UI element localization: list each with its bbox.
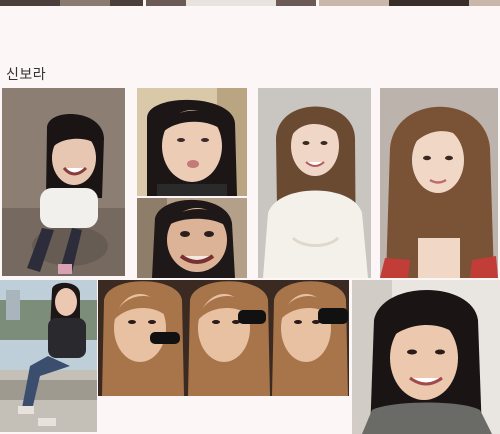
photo-sitting-outdoors[interactable]: [0, 280, 97, 432]
photo-puffed-cheeks-selfie[interactable]: [137, 88, 247, 196]
photo-studio-portrait-long-hair[interactable]: [380, 88, 498, 278]
photo-laughing-from-above[interactable]: [2, 88, 125, 276]
photo-funny-face-selfie[interactable]: [137, 198, 247, 278]
photo-microphone-sequence[interactable]: [98, 280, 349, 396]
photo-studio-smile-white-top[interactable]: [258, 88, 371, 278]
photo-top-strip-2[interactable]: [146, 0, 316, 6]
photo-top-strip-1[interactable]: [0, 0, 143, 6]
album-title: 신보라: [6, 67, 47, 83]
photo-top-strip-3[interactable]: [319, 0, 500, 6]
photo-close-up-smile-selfie[interactable]: [352, 280, 500, 434]
